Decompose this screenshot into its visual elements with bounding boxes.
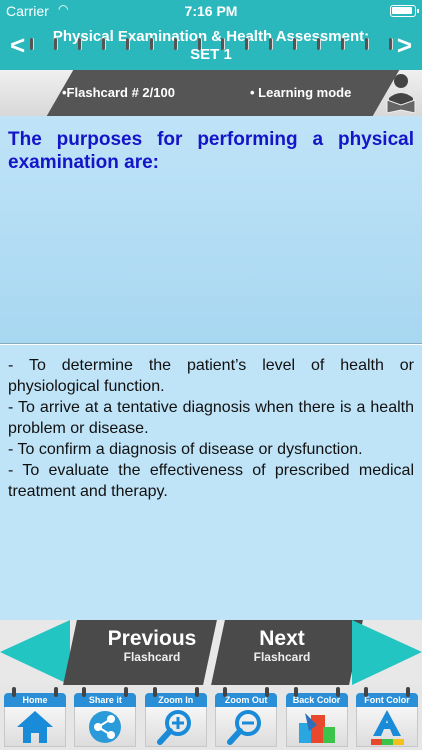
previous-arrow-icon[interactable] — [0, 620, 70, 685]
bottom-toolbar: Home Share it Zoom In Zoom Out Back Colo… — [0, 685, 422, 750]
answer-line: - To confirm a diagnosis of disease or d… — [8, 441, 363, 458]
nav-header: < Physical Examination & Health Assessme… — [0, 22, 422, 70]
paint-bucket-icon — [298, 713, 335, 743]
spiral-binding — [0, 38, 422, 50]
flashcard-nav: Previous Flashcard Next Flashcard — [0, 620, 422, 685]
info-bar: •Flashcard # 2/100 • Learning mode — [0, 70, 422, 116]
zoom-in-icon — [156, 710, 191, 745]
title-line-2: SET 1 — [190, 46, 232, 63]
previous-flashcard-label[interactable]: Previous Flashcard — [82, 628, 222, 665]
font-color-icon — [370, 710, 404, 745]
answer-line: - To arrive at a tentative diagnosis whe… — [8, 399, 414, 437]
share-icon — [89, 711, 122, 743]
zoom-out-icon — [227, 710, 262, 745]
clock: 7:16 PM — [184, 3, 238, 19]
next-arrow-icon[interactable] — [352, 620, 422, 685]
font-color-button[interactable]: Font Color — [354, 685, 420, 747]
zoom-out-button[interactable]: Zoom Out — [213, 685, 279, 747]
question-text: The purposes for performing a physical e… — [8, 129, 414, 173]
home-icon — [17, 711, 53, 743]
flashcard-counter: •Flashcard # 2/100 — [62, 85, 175, 100]
share-button[interactable]: Share it — [72, 685, 138, 747]
answer-line: - To evaluate the effectiveness of presc… — [8, 462, 414, 500]
answer-line: - To determine the patient’s level of he… — [8, 357, 414, 395]
status-bar: Carrier ◠ 7:16 PM — [0, 0, 422, 22]
back-color-button[interactable]: Back Color — [284, 685, 350, 747]
question-panel: The purposes for performing a physical e… — [0, 116, 422, 344]
home-button[interactable]: Home — [2, 685, 68, 747]
reader-icon — [386, 74, 416, 114]
answer-panel: - To determine the patient’s level of he… — [0, 345, 422, 620]
zoom-in-button[interactable]: Zoom In — [143, 685, 209, 747]
mode-label: • Learning mode — [250, 85, 352, 100]
next-flashcard-label[interactable]: Next Flashcard — [212, 628, 352, 665]
battery-icon — [390, 5, 419, 17]
